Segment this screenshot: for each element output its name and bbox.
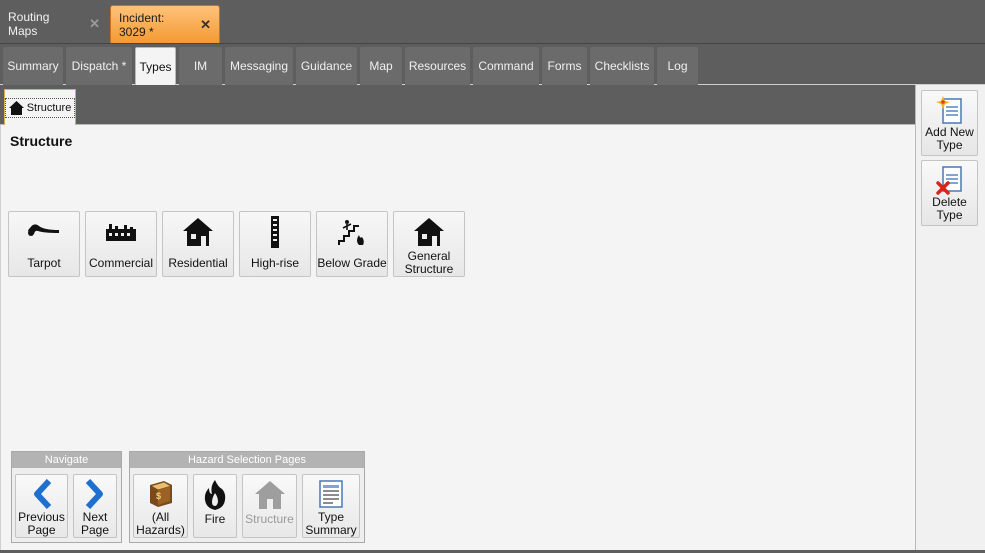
type-button-label: Residential <box>168 255 228 270</box>
type-button-commercial[interactable]: Commercial <box>85 211 157 277</box>
close-icon[interactable]: ✕ <box>200 17 211 33</box>
tab-types[interactable]: Types <box>135 47 176 85</box>
house-icon <box>183 218 213 246</box>
doc-tab-incident[interactable]: Incident: 3029 * ✕ <box>110 5 220 43</box>
button-label: Structure <box>245 512 294 526</box>
button-label: Type Summary <box>305 510 357 537</box>
fire-button[interactable]: Fire <box>193 474 237 538</box>
chevron-left-icon <box>33 479 51 509</box>
type-button-residential[interactable]: Residential <box>162 211 234 277</box>
tab-checklists[interactable]: Checklists <box>590 47 654 85</box>
tab-command[interactable]: Command <box>473 47 539 85</box>
factory-icon <box>106 224 136 241</box>
svg-text:$: $ <box>156 491 161 501</box>
tab-log[interactable]: Log <box>657 47 698 85</box>
document-icon <box>319 480 343 508</box>
all-hazards-button[interactable]: $ (All Hazards) <box>133 474 188 538</box>
book-icon: $ <box>149 481 172 507</box>
button-label: Add New Type <box>925 125 974 152</box>
type-button-label: High-rise <box>250 255 299 270</box>
tarpot-icon <box>28 224 59 236</box>
type-button-high-rise[interactable]: High-rise <box>239 211 311 277</box>
tab-map[interactable]: Map <box>360 47 402 85</box>
type-summary-button[interactable]: Type Summary <box>302 474 360 538</box>
previous-page-button[interactable]: Previous Page <box>15 474 68 538</box>
sub-tab-label: Structure <box>26 101 72 114</box>
tab-guidance[interactable]: Guidance <box>296 47 357 85</box>
structure-button[interactable]: Structure <box>242 474 297 538</box>
delete-document-icon <box>935 166 962 195</box>
chevron-right-icon <box>85 479 103 509</box>
tab-im[interactable]: IM <box>179 47 222 85</box>
house-icon <box>8 100 24 115</box>
type-button-tarpot[interactable]: Tarpot <box>8 211 80 277</box>
hazard-selection-group: Hazard Selection Pages $ (All Hazards) F… <box>129 451 365 543</box>
close-icon[interactable]: ✕ <box>89 16 100 32</box>
navigate-group: Navigate Previous Page Next Page <box>11 451 122 543</box>
type-button-label: Tarpot <box>27 255 61 270</box>
delete-type-button[interactable]: Delete Type <box>921 160 978 226</box>
button-label: Fire <box>204 512 226 526</box>
add-document-icon <box>935 96 962 124</box>
button-label: Next Page <box>80 510 110 537</box>
fire-icon <box>204 480 226 510</box>
hazard-page-tab-bar: Structure <box>0 85 915 125</box>
tab-messaging[interactable]: Messaging <box>225 47 293 85</box>
doc-tab-label: Incident: 3029 * <box>119 10 165 39</box>
stairs-fire-icon <box>338 220 364 245</box>
sub-tab-structure[interactable]: Structure <box>4 89 76 125</box>
main-panel: Structure Tarpot Commercial Residential … <box>0 125 915 550</box>
tab-summary[interactable]: Summary <box>3 47 63 85</box>
button-label: (All Hazards) <box>136 510 185 537</box>
house-icon <box>414 218 444 246</box>
type-button-label: General Structure <box>404 249 454 276</box>
next-page-button[interactable]: Next Page <box>73 474 117 538</box>
sub-tab-focus: Structure <box>4 97 76 118</box>
doc-tab-routing-maps[interactable]: Routing Maps ✕ <box>0 5 108 43</box>
type-button-label: Commercial <box>88 255 153 270</box>
doc-tab-label: Routing Maps <box>8 10 50 38</box>
type-button-below-grade[interactable]: Below Grade <box>316 211 388 277</box>
button-label: Delete Type <box>932 195 967 222</box>
house-icon <box>254 481 285 509</box>
document-tab-bar: Routing Maps ✕ Incident: 3029 * ✕ <box>0 0 985 44</box>
tab-dispatch[interactable]: Dispatch * <box>66 47 132 85</box>
incident-tab-bar: Summary Dispatch * Types IM Messaging Gu… <box>0 44 985 85</box>
right-action-panel: Add New Type Delete Type <box>915 85 985 550</box>
type-button-general-structure[interactable]: General Structure <box>393 211 465 277</box>
add-new-type-button[interactable]: Add New Type <box>921 90 978 156</box>
button-label: Previous Page <box>18 510 65 537</box>
highrise-icon <box>271 216 279 248</box>
navigate-group-title: Navigate <box>12 452 121 468</box>
tab-resources[interactable]: Resources <box>405 47 470 85</box>
tab-forms[interactable]: Forms <box>542 47 587 85</box>
hazard-group-title: Hazard Selection Pages <box>130 452 364 468</box>
type-button-label: Below Grade <box>317 255 387 270</box>
page-title: Structure <box>10 133 73 149</box>
